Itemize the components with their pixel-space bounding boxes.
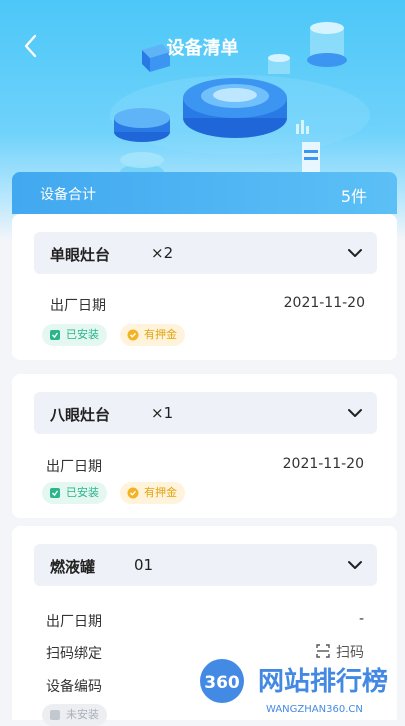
device-card: 单眼灶台 ×2 出厂日期 2021-11-20 已安装 有押金 — [12, 214, 397, 360]
svg-text:WANGZHAN360.CN: WANGZHAN360.CN — [266, 704, 363, 715]
scan-bind-label: 扫码绑定 — [46, 646, 102, 662]
installed-icon — [50, 330, 60, 340]
production-date-value: - — [358, 611, 364, 627]
deposit-badge-label: 有押金 — [144, 486, 177, 499]
device-name: 单眼灶台 — [50, 246, 111, 264]
not-installed-badge: 未安装 — [42, 704, 107, 726]
not-installed-badge-label: 未安装 — [66, 708, 99, 721]
production-date-label: 出厂日期 — [46, 459, 102, 475]
deposit-badge: 有押金 — [120, 482, 185, 504]
production-date-label: 出厂日期 — [50, 298, 106, 314]
device-name: 八眼灶台 — [50, 406, 111, 424]
device-total-label: 设备合计 — [40, 187, 96, 203]
installed-badge: 已安装 — [42, 482, 107, 504]
chevron-down-icon[interactable] — [347, 557, 363, 573]
installed-badge: 已安装 — [42, 324, 107, 346]
installed-icon — [50, 488, 60, 498]
device-name: 燃液罐 — [50, 558, 96, 576]
device-card: 八眼灶台 ×1 出厂日期 2021-11-20 已安装 有押金 — [12, 374, 397, 518]
device-card-header[interactable]: 燃液罐 01 — [34, 544, 377, 586]
device-quantity: ×1 — [151, 404, 174, 422]
check-circle-icon — [127, 487, 139, 499]
installed-badge-label: 已安装 — [66, 328, 99, 341]
production-date-label: 出厂日期 — [46, 614, 102, 630]
device-quantity: ×2 — [151, 244, 174, 262]
device-quantity: 01 — [134, 556, 154, 574]
device-total-count: 5件 — [340, 187, 367, 206]
chevron-down-icon[interactable] — [347, 405, 363, 421]
device-total-bar: 设备合计 5件 — [12, 172, 397, 214]
deposit-badge: 有押金 — [120, 324, 185, 346]
production-date-value: 2021-11-20 — [283, 295, 365, 311]
page-title: 设备清单 — [166, 38, 239, 59]
watermark: 360 网站排行榜 WANGZHAN360.CN — [196, 655, 405, 720]
check-circle-icon — [127, 329, 139, 341]
production-date-value: 2021-11-20 — [282, 456, 364, 472]
installed-badge-label: 已安装 — [66, 486, 99, 499]
svg-text:360: 360 — [204, 673, 240, 693]
svg-text:网站排行榜: 网站排行榜 — [258, 666, 388, 697]
not-installed-icon — [50, 710, 60, 720]
watermark-logo: 360 网站排行榜 WANGZHAN360.CN — [200, 659, 388, 715]
chevron-down-icon[interactable] — [347, 245, 363, 261]
device-code-label: 设备编码 — [46, 679, 102, 695]
device-card-header[interactable]: 单眼灶台 ×2 — [34, 232, 377, 274]
device-card-header[interactable]: 八眼灶台 ×1 — [34, 392, 377, 434]
deposit-badge-label: 有押金 — [144, 328, 177, 341]
